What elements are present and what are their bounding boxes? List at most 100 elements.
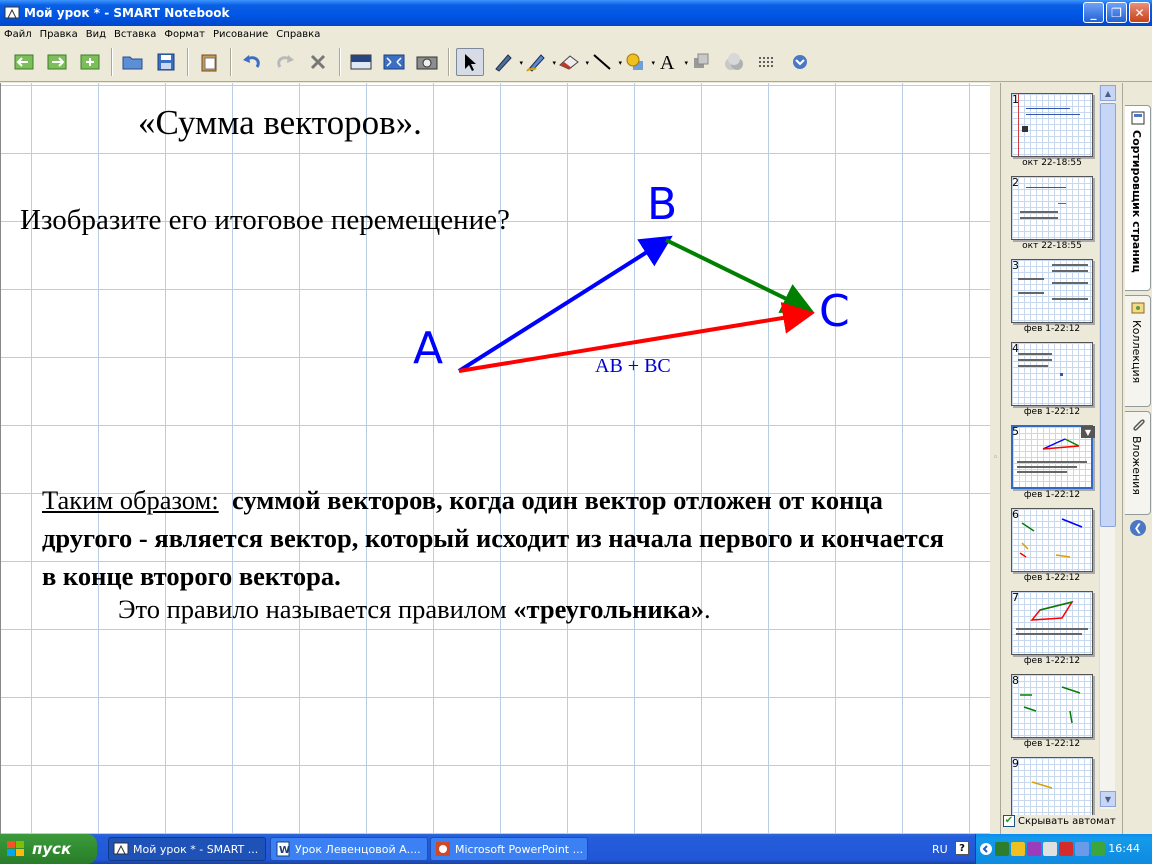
creative-pen-icon bbox=[526, 54, 545, 72]
scrollbar-thumb[interactable] bbox=[1100, 103, 1116, 527]
add-page-button[interactable] bbox=[76, 48, 104, 76]
vector-ab[interactable] bbox=[457, 235, 673, 373]
text-tool[interactable]: A ▾ bbox=[654, 48, 688, 76]
page-menu-button[interactable]: ▼ bbox=[1081, 426, 1095, 438]
page-thumbnail[interactable]: 3 фев 1-22:12 bbox=[1009, 259, 1095, 342]
eraser-tool[interactable]: ▾ bbox=[555, 48, 589, 76]
autohide-option[interactable]: ✔ Скрывать автомат bbox=[1003, 815, 1116, 827]
tray-speaker-icon[interactable] bbox=[1075, 842, 1089, 856]
page-date: фев 1-22:12 bbox=[1023, 739, 1081, 749]
conclusion-text[interactable]: Таким образом: суммой векторов, когда од… bbox=[42, 481, 962, 628]
properties-button[interactable] bbox=[720, 48, 748, 76]
svg-text:W: W bbox=[279, 845, 290, 856]
tab-gallery-label: Коллекция bbox=[1130, 320, 1143, 384]
pen-tool[interactable]: ▾ bbox=[489, 48, 523, 76]
minimize-button[interactable]: _ bbox=[1083, 2, 1104, 23]
start-button[interactable]: пуск bbox=[0, 834, 97, 864]
screen-shade-icon bbox=[350, 54, 372, 70]
menu-format[interactable]: Формат bbox=[160, 29, 209, 40]
tab-attachments[interactable]: Вложения bbox=[1125, 411, 1151, 515]
point-b-label[interactable]: B bbox=[647, 179, 677, 230]
page-thumbnail-active[interactable]: 5 ▼ фев 1-22:12 bbox=[1009, 425, 1095, 508]
select-tool[interactable] bbox=[456, 48, 484, 76]
task-word-document[interactable]: W Урок Левенцовой А.... bbox=[270, 837, 428, 861]
menu-insert[interactable]: Вставка bbox=[110, 29, 160, 40]
menu-view[interactable]: Вид bbox=[82, 29, 110, 40]
screen-shade-button[interactable] bbox=[347, 48, 375, 76]
conclusion-lead: Таким образом: bbox=[42, 485, 219, 515]
page-thumbnail[interactable]: 4 фев 1-22:12 bbox=[1009, 342, 1095, 425]
tray-folder-icon[interactable] bbox=[1011, 842, 1025, 856]
tray-network-icon[interactable] bbox=[1091, 842, 1105, 856]
menu-help[interactable]: Справка bbox=[272, 29, 324, 40]
language-indicator[interactable]: RU bbox=[932, 843, 948, 856]
page-thumbnail[interactable]: 6 фев 1-22:12 bbox=[1009, 508, 1095, 591]
scroll-down-arrow-icon[interactable]: ▼ bbox=[1100, 791, 1116, 807]
redo-button[interactable] bbox=[271, 48, 299, 76]
vector-sum-formula[interactable]: AB + BC bbox=[595, 355, 671, 378]
tray-p-icon[interactable] bbox=[1027, 842, 1041, 856]
full-screen-button[interactable] bbox=[380, 48, 408, 76]
move-toolbar-button[interactable] bbox=[753, 48, 781, 76]
fill-tool[interactable] bbox=[687, 48, 715, 76]
save-button[interactable] bbox=[152, 48, 180, 76]
thumbnail-image bbox=[1011, 591, 1093, 655]
language-help-icon[interactable]: ? bbox=[955, 841, 969, 855]
undo-button[interactable] bbox=[238, 48, 266, 76]
smart-notebook-icon bbox=[113, 842, 129, 855]
thumbnail-image bbox=[1011, 176, 1093, 240]
task-smart-notebook[interactable]: Мой урок * - SMART ... bbox=[108, 837, 266, 861]
eraser-icon bbox=[559, 55, 579, 70]
restore-button[interactable]: ❐ bbox=[1106, 2, 1127, 23]
next-page-button[interactable] bbox=[43, 48, 71, 76]
arrow-left-icon bbox=[14, 54, 34, 70]
menu-file[interactable]: Файл bbox=[0, 29, 36, 40]
clipboard-icon bbox=[201, 54, 217, 72]
prev-page-button[interactable] bbox=[10, 48, 38, 76]
toolbar-separator bbox=[111, 48, 113, 76]
page-thumbnail[interactable]: 8 фев 1-22:12 bbox=[1009, 674, 1095, 757]
autohide-checkbox[interactable]: ✔ bbox=[1003, 815, 1015, 827]
menu-bar: Файл Правка Вид Вставка Формат Рисование… bbox=[0, 26, 1152, 43]
open-button[interactable] bbox=[119, 48, 147, 76]
delete-button[interactable] bbox=[304, 48, 332, 76]
clock[interactable]: 16:44 bbox=[1108, 842, 1140, 855]
vector-bc[interactable] bbox=[665, 238, 815, 313]
thumbnail-vectors bbox=[1031, 781, 1053, 789]
thumbnail-vectors bbox=[1020, 686, 1081, 724]
point-a-label[interactable]: A bbox=[413, 323, 443, 374]
shapes-tool[interactable]: ▾ bbox=[621, 48, 655, 76]
page-thumbnail[interactable]: 2 окт 22-18:55 bbox=[1009, 176, 1095, 259]
creative-pen-tool[interactable]: ▾ bbox=[522, 48, 556, 76]
menu-edit[interactable]: Правка bbox=[36, 29, 82, 40]
page-number: 4 bbox=[1012, 342, 1019, 355]
page-date: окт 22-18:55 bbox=[1022, 158, 1082, 168]
paste-button[interactable] bbox=[195, 48, 223, 76]
point-c-label[interactable]: C bbox=[819, 286, 850, 337]
thumbnail-image bbox=[1011, 342, 1093, 406]
page-thumbnail[interactable]: 7 фев 1-22:12 bbox=[1009, 591, 1095, 674]
page-thumbnail[interactable]: 9 bbox=[1009, 757, 1095, 815]
task-powerpoint[interactable]: Microsoft PowerPoint ... bbox=[430, 837, 588, 861]
tab-page-sorter[interactable]: Сортировщик страниц bbox=[1125, 105, 1151, 291]
collapse-panel-icon[interactable]: ❮ bbox=[1130, 520, 1146, 536]
tray-app-icon[interactable] bbox=[995, 842, 1009, 856]
close-button[interactable]: ✕ bbox=[1129, 2, 1150, 23]
tray-snowflake-icon[interactable] bbox=[1043, 842, 1057, 856]
tray-antivirus-icon[interactable] bbox=[1059, 842, 1073, 856]
line-tool[interactable]: ▾ bbox=[588, 48, 622, 76]
screen-capture-button[interactable] bbox=[413, 48, 441, 76]
more-button[interactable] bbox=[786, 48, 814, 76]
page-number: 9 bbox=[1012, 757, 1019, 770]
arrow-right-icon bbox=[47, 54, 67, 70]
tab-gallery[interactable]: Коллекция bbox=[1125, 295, 1151, 407]
panel-resize-handle[interactable]: ◦ bbox=[993, 453, 998, 463]
paperclip-icon bbox=[1133, 419, 1145, 431]
tray-expand-icon[interactable] bbox=[979, 842, 993, 856]
slide-canvas[interactable]: «Сумма векторов». Изобразите его итогово… bbox=[0, 83, 990, 834]
page-thumbnail[interactable]: 1 окт 22-18:55 bbox=[1009, 93, 1095, 176]
toolbar-separator bbox=[339, 48, 341, 76]
page-sorter-scrollbar[interactable]: ▲ ▼ bbox=[1099, 85, 1116, 809]
menu-draw[interactable]: Рисование bbox=[209, 29, 272, 40]
scroll-up-arrow-icon[interactable]: ▲ bbox=[1100, 85, 1116, 101]
